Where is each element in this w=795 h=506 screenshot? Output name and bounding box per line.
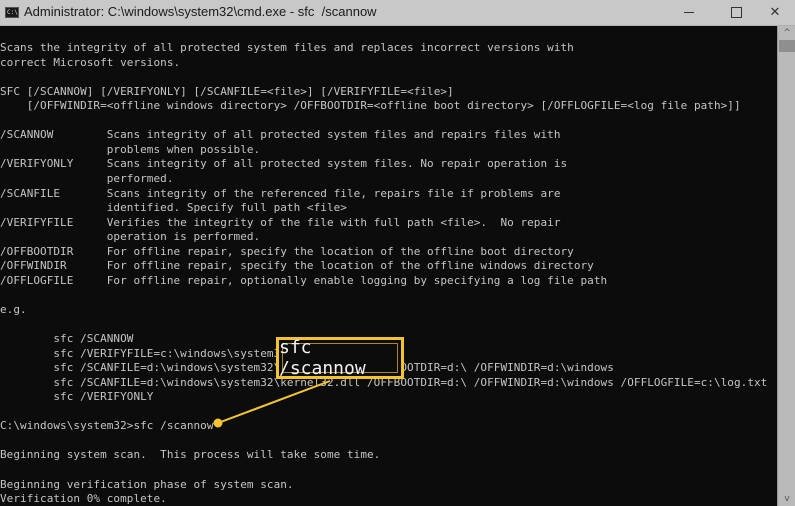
- console-line: sfc /SCANNOW: [0, 332, 134, 345]
- console-output[interactable]: Scans the integrity of all protected sys…: [0, 26, 775, 506]
- console-line: Beginning verification phase of system s…: [0, 477, 294, 491]
- console-line: SFC [/SCANNOW] [/VERIFYONLY] [/SCANFILE=…: [0, 84, 454, 98]
- callout-box: sfc /scannow: [276, 337, 404, 379]
- console-line: /SCANFILE Scans integrity of the referen…: [0, 186, 561, 200]
- window-title: Administrator: C:\windows\system32\cmd.e…: [24, 4, 377, 19]
- console-line: /OFFLOGFILE For offline repair, optional…: [0, 273, 608, 287]
- minimize-icon: [684, 12, 694, 13]
- console-line: /OFFBOOTDIR For offline repair, specify …: [0, 244, 574, 258]
- close-icon: ✕: [769, 5, 781, 20]
- maximize-icon: [730, 7, 742, 18]
- console-line: Beginning system scan. This process will…: [0, 448, 381, 462]
- console-line: /OFFWINDIR For offline repair, specify t…: [0, 259, 594, 273]
- scroll-up-icon[interactable]: ^: [778, 26, 795, 40]
- minimize-button[interactable]: [666, 0, 712, 25]
- console-line: /VERIFYONLY Scans integrity of all prote…: [0, 157, 568, 171]
- console-line: C:\windows\system32>sfc /scannow: [0, 419, 214, 433]
- console-line: problems when possible.: [0, 142, 261, 156]
- title-bar[interactable]: C:\ Administrator: C:\windows\system32\c…: [0, 0, 795, 26]
- vertical-scrollbar[interactable]: ^ v: [777, 26, 795, 506]
- console-line: Scans the integrity of all protected sys…: [0, 41, 574, 54]
- callout-text: sfc /scannow: [279, 337, 366, 379]
- close-button[interactable]: ✕: [752, 0, 795, 25]
- console-line: e.g.: [0, 302, 27, 316]
- console-line: /SCANNOW Scans integrity of all protecte…: [0, 128, 561, 142]
- console-line: [/OFFWINDIR=<offline windows directory> …: [0, 99, 741, 113]
- cmd-icon: C:\: [5, 7, 19, 18]
- console-line: Verification 0% complete.: [0, 492, 167, 506]
- console-line: sfc /VERIFYONLY: [0, 390, 154, 404]
- console-line: performed.: [0, 171, 174, 185]
- scroll-down-icon[interactable]: v: [778, 492, 795, 506]
- scroll-thumb[interactable]: [779, 40, 795, 52]
- console-line: /VERIFYFILE Verifies the integrity of th…: [0, 215, 561, 229]
- console-line: correct Microsoft versions.: [0, 55, 181, 69]
- console-line: operation is performed.: [0, 230, 261, 244]
- console-line: identified. Specify full path <file>: [0, 201, 347, 215]
